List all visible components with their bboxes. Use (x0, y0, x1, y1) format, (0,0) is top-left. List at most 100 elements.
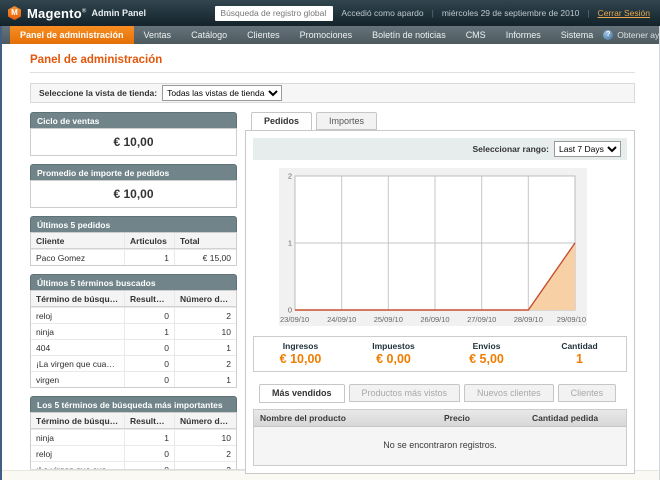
title-divider (30, 72, 635, 73)
dashboard-tabs: PedidosImportes (245, 112, 635, 130)
svg-text:27/09/10: 27/09/10 (467, 315, 496, 324)
table-cell: 2 (174, 356, 236, 371)
table-cell: ninja (31, 324, 124, 339)
stat-label: Ingresos (254, 341, 347, 351)
table-cell: 2 (174, 446, 236, 461)
stat-value: € 10,00 (254, 352, 347, 366)
stat-impuestos: Impuestos€ 0,00 (347, 337, 440, 371)
table-row[interactable]: ¡La virgen que cuadro!02 (31, 355, 236, 371)
table-row[interactable]: Paco Gomez1€ 15,00 (31, 249, 236, 265)
column-header: Término de búsqueda (31, 413, 124, 428)
table-row[interactable]: 40401 (31, 339, 236, 355)
registered-mark: ® (82, 8, 87, 14)
last-search-terms-table: Término de búsquedaResultadosNúmero de u… (30, 290, 237, 388)
nav-item-boletin[interactable]: Boletín de noticias (362, 26, 456, 44)
help-link[interactable]: ? Obtener ayuda para esta página (603, 26, 660, 44)
page-body: Panel de administraciónVentasCatálogoCli… (0, 26, 660, 480)
nav-item-catalogo[interactable]: Catálogo (181, 26, 237, 44)
widget-title: Ciclo de ventas (30, 112, 237, 128)
tab-nuevos-clientes[interactable]: Nuevos clientes (464, 384, 554, 402)
date-text: miércoles 29 de septiembre de 2010 (442, 8, 580, 18)
tab-mas-vendidos[interactable]: Más vendidos (259, 384, 345, 403)
tab-clientes[interactable]: Clientes (558, 384, 617, 402)
nav-item-informes[interactable]: Informes (496, 26, 551, 44)
logged-in-text: Accedió como apardo (341, 8, 423, 18)
range-select[interactable]: Last 7 Days (554, 141, 621, 157)
table-cell: ¡La virgen que cuadro! (31, 356, 124, 371)
nav-item-cms[interactable]: CMS (456, 26, 496, 44)
column-header: Resultados (124, 413, 174, 428)
svg-text:2: 2 (288, 172, 292, 181)
dashboard-columns: Ciclo de ventas € 10,00 Promedio de impo… (30, 112, 635, 480)
table-cell: 404 (31, 340, 124, 355)
products-table: Nombre del producto Precio Cantidad pedi… (253, 409, 627, 466)
table-cell: reloj (31, 308, 124, 323)
logout-link[interactable]: Cerrar Sesión (598, 8, 650, 18)
table-cell: 1 (124, 430, 174, 445)
svg-text:25/09/10: 25/09/10 (374, 315, 403, 324)
table-cell: Paco Gomez (31, 250, 124, 265)
column-header: Precio (438, 410, 526, 426)
global-search-input[interactable] (215, 6, 333, 21)
nav-item-promociones[interactable]: Promociones (290, 26, 363, 44)
table-row[interactable]: reloj02 (31, 307, 236, 323)
table-header-row: Término de búsquedaResultadosNúmero de u… (31, 413, 236, 429)
store-view-label: Seleccione la vista de tienda: (39, 88, 157, 98)
main-nav: Panel de administraciónVentasCatálogoCli… (2, 26, 659, 44)
average-order-widget: Promedio de importe de pedidos € 10,00 (30, 164, 237, 208)
table-cell: ninja (31, 430, 124, 445)
tab-importes[interactable]: Importes (316, 112, 377, 130)
table-cell: 1 (174, 372, 236, 387)
column-header: Número de usos (174, 413, 236, 428)
table-cell: 10 (174, 324, 236, 339)
column-header: Resultados (124, 291, 174, 306)
sales-cycle-value: € 10,00 (30, 128, 237, 156)
help-label: Obtener ayuda para esta página (617, 30, 660, 40)
table-cell: 1 (124, 250, 174, 265)
header-separator: | (432, 8, 434, 18)
nav-item-clientes[interactable]: Clientes (237, 26, 290, 44)
stat-label: Impuestos (347, 341, 440, 351)
table-cell: 1 (124, 324, 174, 339)
stat-label: Cantidad (533, 341, 626, 351)
table-row[interactable]: ninja110 (31, 429, 236, 445)
top-search-terms-widget: Los 5 términos de búsqueda más important… (30, 396, 237, 480)
stat-value: € 0,00 (347, 352, 440, 366)
svg-text:24/09/10: 24/09/10 (327, 315, 356, 324)
nav-items: Panel de administraciónVentasCatálogoCli… (10, 26, 603, 44)
magento-logo: M Magento® Admin Panel (8, 6, 146, 21)
table-cell: 2 (174, 308, 236, 323)
average-order-value: € 10,00 (30, 180, 237, 208)
nav-item-dashboard[interactable]: Panel de administración (10, 26, 134, 44)
empty-message: No se encontraron registros. (254, 427, 626, 465)
table-cell: virgen (31, 372, 124, 387)
orders-panel: Seleccionar rango: Last 7 Days 01223/09/… (245, 130, 635, 474)
widget-title: Últimos 5 términos buscados (30, 274, 237, 290)
app-header: M Magento® Admin Panel Accedió como apar… (0, 0, 660, 26)
table-row[interactable]: ninja110 (31, 323, 236, 339)
svg-text:0: 0 (288, 306, 292, 315)
products-tabs: Más vendidosProductos más vistosNuevos c… (253, 384, 627, 402)
tab-productos-mas-vistos[interactable]: Productos más vistos (349, 384, 461, 402)
magento-logo-icon: M (8, 6, 21, 20)
table-cell: reloj (31, 446, 124, 461)
table-cell: 0 (124, 308, 174, 323)
content-area: Panel de administración Seleccione la vi… (2, 44, 659, 469)
svg-text:23/09/10: 23/09/10 (280, 315, 309, 324)
range-bar: Seleccionar rango: Last 7 Days (253, 138, 627, 160)
nav-item-sistema[interactable]: Sistema (551, 26, 604, 44)
table-row[interactable]: reloj02 (31, 445, 236, 461)
right-column: PedidosImportes Seleccionar rango: Last … (245, 112, 635, 474)
table-row[interactable]: virgen01 (31, 371, 236, 387)
widget-title: Últimos 5 pedidos (30, 216, 237, 232)
stat-envios: Envios€ 5,00 (440, 337, 533, 371)
column-header: Cantidad pedida (526, 410, 626, 426)
store-view-select[interactable]: Todas las vistas de tienda (162, 85, 282, 101)
column-header: Nombre del producto (254, 410, 438, 426)
page-title: Panel de administración (30, 51, 635, 72)
stat-value: € 5,00 (440, 352, 533, 366)
logo-subtitle: Admin Panel (91, 8, 146, 18)
tab-pedidos[interactable]: Pedidos (251, 112, 312, 131)
svg-text:28/09/10: 28/09/10 (514, 315, 543, 324)
nav-item-ventas[interactable]: Ventas (134, 26, 182, 44)
